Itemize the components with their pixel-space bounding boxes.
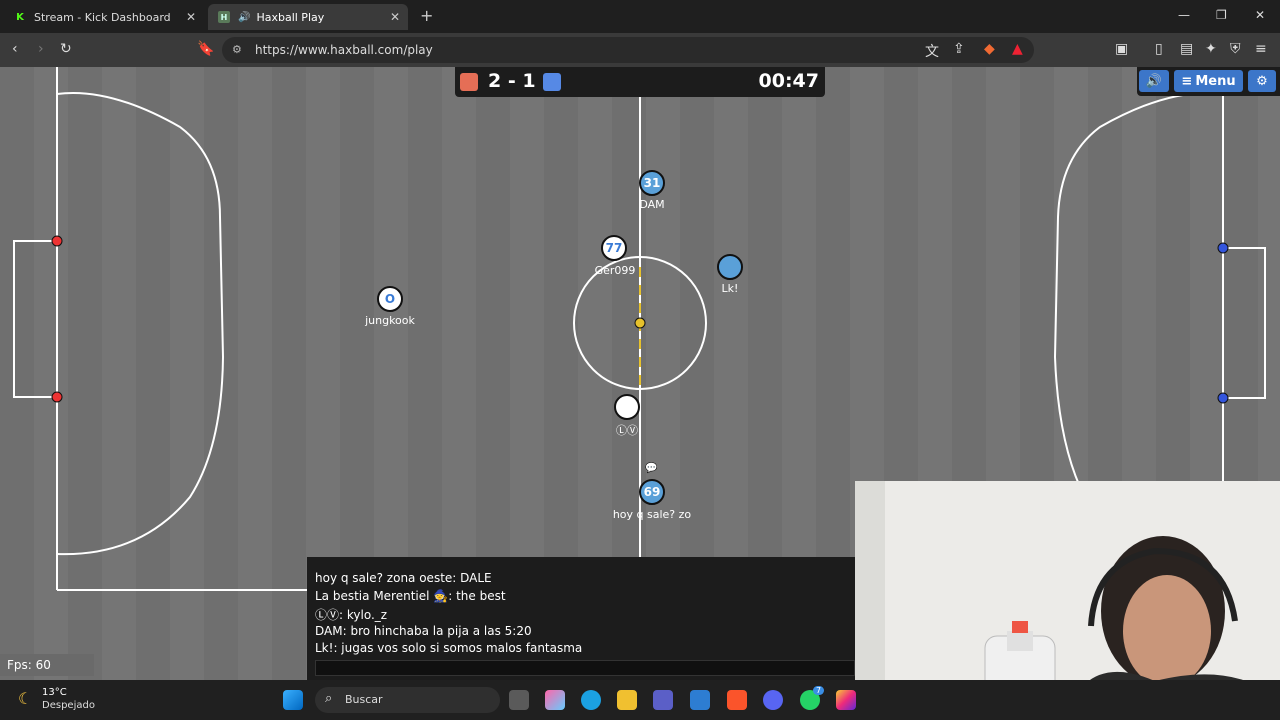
navigation-bar: ‹ › ↻ 🔖 ⚙ https://www.haxball.com/play 文…: [0, 33, 1280, 67]
close-window-button[interactable]: ✕: [1255, 8, 1265, 22]
chat-panel: hoy q sale? zona oeste: DALE La bestia M…: [307, 557, 857, 680]
player-disc: 77: [601, 235, 627, 261]
weather-desc: Despejado: [42, 700, 95, 711]
brave-icon[interactable]: [727, 690, 747, 710]
player-name: Lk!: [721, 282, 739, 295]
url-text: https://www.haxball.com/play: [255, 43, 433, 57]
translate-icon[interactable]: 文: [925, 41, 939, 61]
vpn-icon[interactable]: ⛨: [1230, 41, 1241, 57]
chat-message: Lk!: jugas vos solo si somos malos fanta…: [315, 641, 583, 655]
player-disc: [614, 394, 640, 420]
discord-icon[interactable]: [763, 690, 783, 710]
forward-icon[interactable]: ›: [38, 41, 44, 57]
player-name: jungkook: [365, 314, 415, 327]
windows-taskbar: ☾ 13°C Despejado ⌕ Buscar 7: [0, 680, 1280, 720]
close-tab-icon[interactable]: ✕: [390, 10, 400, 24]
tab-bar: K Stream - Kick Dashboard ✕ H 🔊 Haxball …: [0, 0, 1280, 33]
copilot-icon[interactable]: [545, 690, 565, 710]
fps-counter: Fps: 60: [0, 654, 94, 676]
reload-icon[interactable]: ↻: [60, 41, 72, 57]
player-disc: [717, 254, 743, 280]
edge-icon[interactable]: [581, 690, 601, 710]
new-tab-button[interactable]: +: [420, 6, 433, 25]
chat-input[interactable]: [315, 660, 855, 676]
chat-message: ⓁⓋ: kylo._z: [315, 608, 388, 622]
teams-icon[interactable]: [653, 690, 673, 710]
game-toolbar: 🔊 ≡ Menu ⚙: [1137, 67, 1280, 96]
speaker-icon[interactable]: 🔊: [238, 12, 250, 23]
share-icon[interactable]: ⇪: [953, 41, 965, 57]
site-info-icon[interactable]: ⚙: [232, 37, 242, 63]
store-icon[interactable]: [690, 690, 710, 710]
player-name: ⓁⓋ: [616, 424, 638, 437]
player-disc: 31: [639, 170, 665, 196]
weather-moon-icon: ☾: [18, 689, 33, 708]
notification-badge: 7: [813, 686, 825, 695]
chat-message: hoy q sale? zona oeste: DALE: [315, 571, 492, 585]
menu-icon[interactable]: ≡: [1255, 41, 1267, 57]
chat-message: DAM: bro hinchaba la pija a las 5:20: [315, 624, 532, 638]
score-text: 2 - 1: [488, 70, 536, 92]
player-name: hoy q sale? zo: [612, 508, 692, 521]
menu-label: Menu: [1195, 73, 1236, 89]
haxball-icon: H: [218, 11, 230, 23]
search-box[interactable]: ⌕ Buscar: [315, 687, 500, 713]
menu-icon: ≡: [1181, 73, 1193, 89]
tab-title: Stream - Kick Dashboard: [34, 10, 171, 24]
player-name: Ger099: [594, 264, 636, 277]
wallet-icon[interactable]: ▤: [1180, 41, 1193, 57]
back-icon[interactable]: ‹: [12, 41, 18, 57]
sound-button[interactable]: 🔊: [1139, 70, 1169, 92]
bookmark-icon[interactable]: 🔖: [197, 41, 214, 57]
settings-button[interactable]: ⚙: [1248, 70, 1276, 92]
tab-haxball-play[interactable]: H 🔊 Haxball Play ✕: [208, 4, 408, 30]
tab-title: Haxball Play: [256, 10, 325, 24]
kick-icon: K: [16, 11, 24, 23]
chat-bubble-icon: 💬: [645, 463, 658, 474]
minimize-button[interactable]: —: [1178, 8, 1190, 22]
sidebar-icon[interactable]: ▯: [1155, 41, 1163, 57]
leo-ai-icon[interactable]: ✦: [1205, 41, 1217, 57]
tab-kick-dashboard[interactable]: K Stream - Kick Dashboard ✕: [4, 4, 204, 30]
screenshot-icon[interactable]: ▣: [1115, 41, 1128, 57]
scoreboard: 2 - 1 00:47: [455, 67, 825, 97]
blue-team-indicator: [543, 73, 561, 91]
red-team-indicator: [460, 73, 478, 91]
brave-shield-icon[interactable]: ◆: [984, 41, 995, 57]
chat-message: La bestia Merentiel 🧙: the best: [315, 589, 506, 603]
menu-button[interactable]: ≡ Menu: [1174, 70, 1243, 92]
match-timer: 00:47: [758, 70, 819, 92]
maximize-button[interactable]: ❐: [1216, 8, 1227, 22]
search-placeholder: Buscar: [345, 693, 383, 706]
start-button[interactable]: [283, 690, 303, 710]
instagram-icon[interactable]: [836, 690, 856, 710]
player-disc: 69: [639, 479, 665, 505]
search-icon: ⌕: [325, 691, 333, 706]
file-explorer-icon[interactable]: [617, 690, 637, 710]
brave-rewards-icon[interactable]: ▲: [1012, 41, 1023, 57]
task-view-icon[interactable]: [509, 690, 529, 710]
player-disc: O: [377, 286, 403, 312]
address-bar[interactable]: ⚙ https://www.haxball.com/play: [222, 37, 1034, 63]
close-tab-icon[interactable]: ✕: [186, 10, 196, 24]
player-name: DAM: [639, 198, 665, 211]
weather-temp: 13°C: [42, 687, 67, 698]
